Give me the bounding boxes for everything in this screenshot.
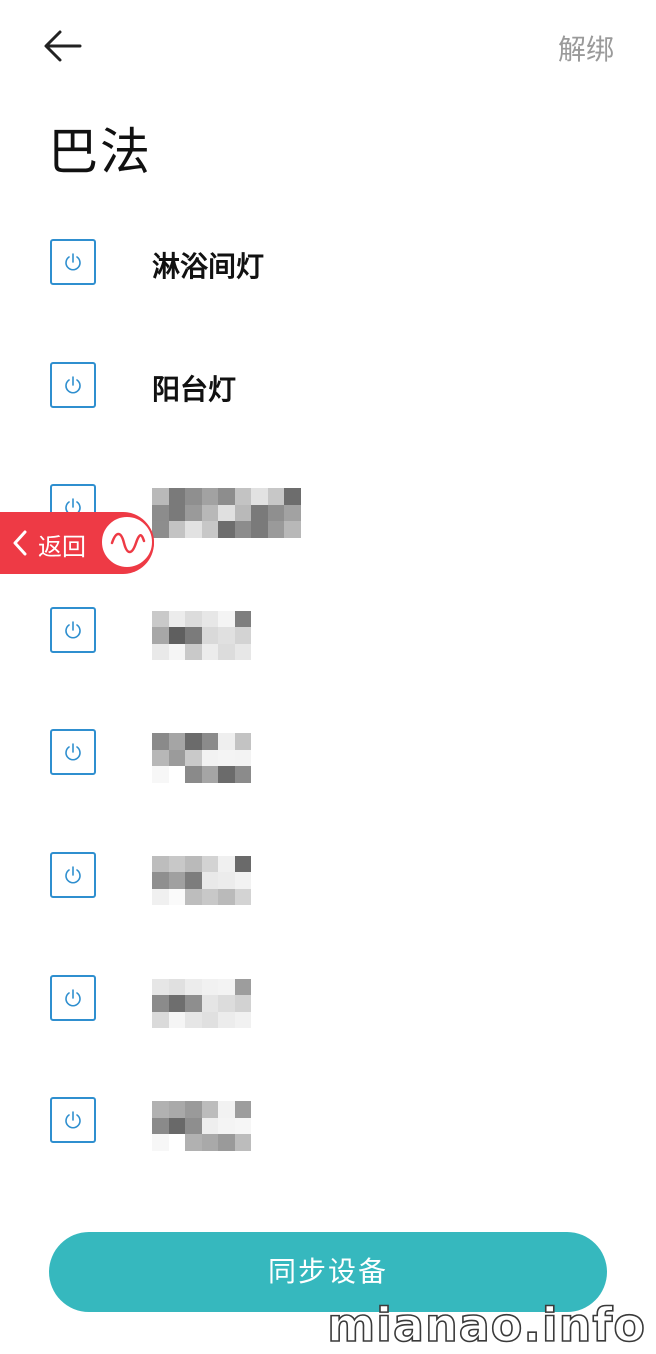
device-name-masked [152, 610, 251, 661]
page-title: 巴法 [48, 123, 152, 181]
device-row[interactable] [0, 941, 656, 1064]
device-row[interactable]: 阳台灯 [0, 328, 656, 451]
watermark: mianao.info [326, 1297, 646, 1353]
power-icon [65, 253, 81, 271]
unbind-button[interactable]: 解绑 [558, 28, 614, 68]
arrow-left-icon [44, 30, 82, 62]
power-icon [65, 743, 81, 761]
power-toggle-button[interactable] [50, 606, 96, 653]
power-icon [65, 620, 81, 639]
power-toggle-button[interactable] [50, 1097, 96, 1144]
power-toggle-button[interactable] [50, 851, 96, 898]
device-name: 阳台灯 [152, 372, 237, 406]
power-icon [65, 866, 81, 884]
device-row[interactable] [0, 818, 656, 941]
floating-back-label: 返回 [38, 533, 86, 561]
chevron-left-icon [13, 530, 27, 556]
power-icon [65, 1111, 81, 1129]
device-row[interactable] [0, 695, 656, 818]
device-name-masked [152, 978, 251, 1029]
device-list: 淋浴间灯 阳台灯 [0, 205, 656, 1186]
device-row[interactable]: 淋浴间灯 [0, 205, 656, 328]
device-name-masked [152, 733, 251, 783]
device-row[interactable] [0, 573, 656, 696]
power-toggle-button[interactable] [50, 974, 96, 1021]
power-toggle-button[interactable] [50, 239, 96, 285]
device-name-masked [152, 1101, 251, 1151]
device-row[interactable] [0, 1063, 656, 1186]
power-icon [65, 988, 81, 1007]
back-button[interactable] [40, 24, 88, 68]
wave-icon [100, 515, 154, 569]
power-icon [65, 375, 81, 394]
top-bar: 解绑 [0, 0, 656, 92]
floating-back-button[interactable]: 返回 [0, 512, 154, 574]
device-name-masked [152, 855, 251, 906]
device-name-masked [152, 488, 301, 538]
power-toggle-button[interactable] [50, 729, 96, 776]
power-toggle-button[interactable] [50, 361, 96, 408]
device-name: 淋浴间灯 [152, 250, 265, 283]
